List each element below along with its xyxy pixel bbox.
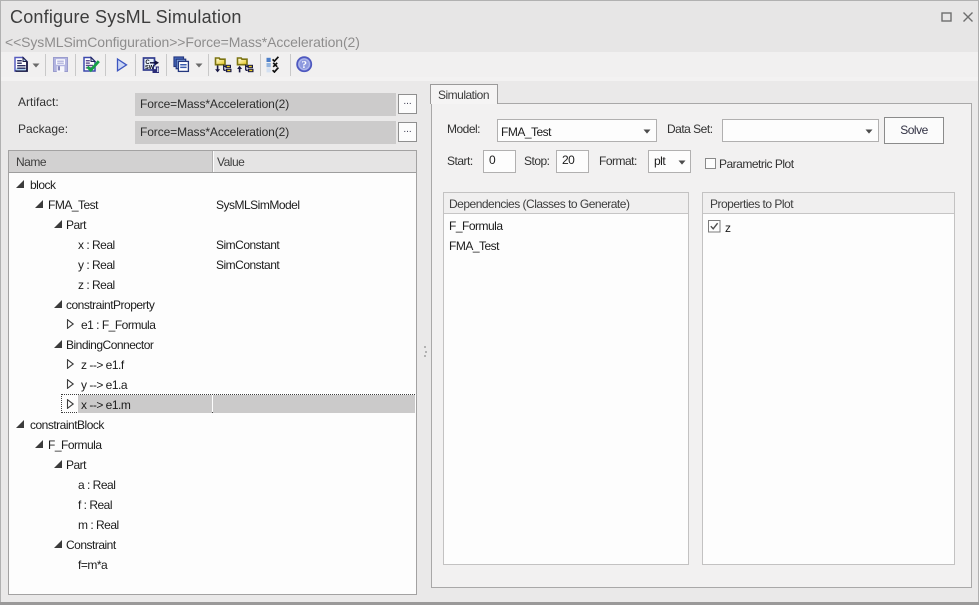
- svg-text:?: ?: [302, 59, 308, 71]
